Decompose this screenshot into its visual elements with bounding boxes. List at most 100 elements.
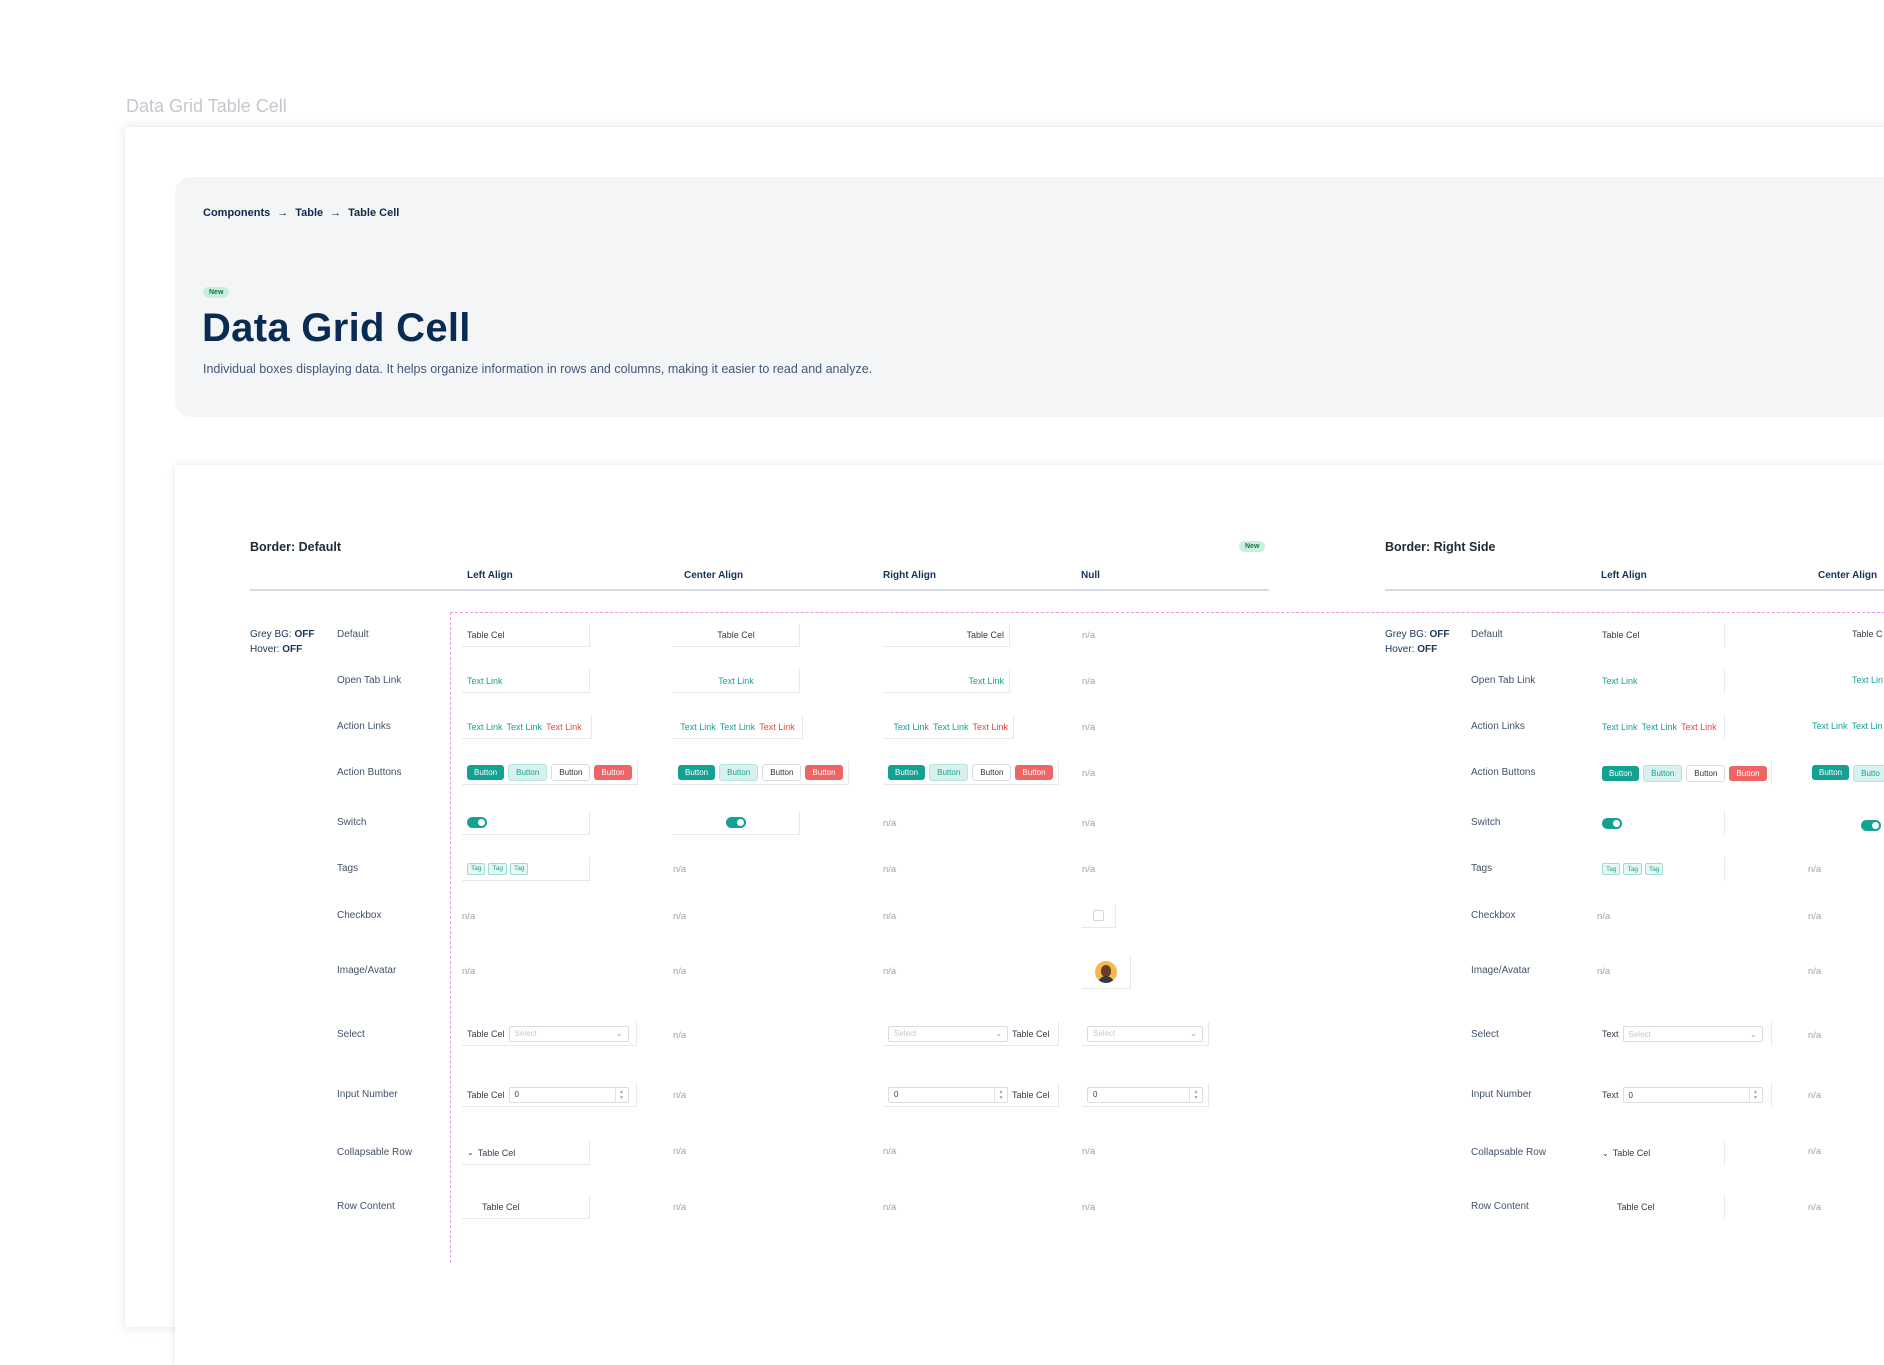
spinner-arrows-icon[interactable]: ▲ ▼ bbox=[614, 1087, 628, 1102]
tertiary-button[interactable]: Button bbox=[551, 764, 591, 781]
row-label-image-avatar: Image/Avatar bbox=[1471, 965, 1531, 976]
text-link[interactable]: Text Link bbox=[467, 722, 503, 732]
chevron-down-icon[interactable]: ⌄ bbox=[1602, 1149, 1609, 1158]
secondary-button[interactable]: Button bbox=[719, 764, 759, 781]
text-link-danger[interactable]: Text Link bbox=[972, 722, 1008, 732]
secondary-button[interactable]: Button bbox=[1643, 764, 1683, 782]
table-cell: Table Cel bbox=[1597, 1195, 1725, 1219]
text-link[interactable]: Text Lin bbox=[1852, 675, 1883, 685]
text-link-danger[interactable]: Text Link bbox=[1681, 722, 1717, 732]
text-link-danger[interactable]: Text Link bbox=[759, 722, 795, 732]
toggle-switch[interactable] bbox=[467, 817, 487, 828]
table-cell: Table Cel bbox=[462, 623, 590, 647]
table-cell-clipped: Button Butto bbox=[1812, 765, 1884, 782]
text-link[interactable]: Text Link bbox=[507, 722, 543, 732]
na-text: n/a bbox=[883, 1202, 897, 1213]
number-input[interactable]: 0 ▲ ▼ bbox=[1087, 1086, 1203, 1103]
text-link-danger[interactable]: Text Link bbox=[546, 722, 582, 732]
text-link[interactable]: Text Lin bbox=[1852, 721, 1883, 731]
tag: Tag bbox=[488, 862, 507, 875]
toggle-switch[interactable] bbox=[1861, 820, 1881, 831]
danger-button[interactable]: Button bbox=[1729, 765, 1767, 781]
tag: Tag bbox=[467, 862, 486, 875]
text-link[interactable]: Text Link bbox=[1812, 721, 1848, 731]
secondary-button[interactable]: Button bbox=[508, 764, 548, 781]
row-label-action-links: Action Links bbox=[1471, 721, 1525, 732]
primary-button[interactable]: Button bbox=[1602, 765, 1640, 781]
header-divider bbox=[1385, 589, 1884, 591]
na-text: n/a bbox=[883, 966, 897, 977]
checkbox[interactable] bbox=[1093, 910, 1104, 921]
section-title-border-default: Border: Default bbox=[250, 540, 341, 554]
table-cell: Text Link Text Link Text Link bbox=[1597, 715, 1725, 739]
tertiary-button[interactable]: Button bbox=[762, 764, 802, 781]
number-input[interactable]: 0 ▲ ▼ bbox=[1622, 1087, 1763, 1103]
na-text: n/a bbox=[1808, 911, 1822, 922]
breadcrumb-table-cell[interactable]: Table Cell bbox=[348, 207, 399, 219]
danger-button[interactable]: Button bbox=[594, 765, 632, 780]
row-label-action-buttons: Action Buttons bbox=[337, 767, 402, 778]
table-cell: Button Button Button Button bbox=[1597, 761, 1772, 785]
chevron-down-icon[interactable]: ⌄ bbox=[467, 1148, 474, 1157]
spinner-arrows-icon[interactable]: ▲ ▼ bbox=[994, 1087, 1007, 1102]
text-link[interactable]: Text Link bbox=[933, 722, 969, 732]
na-text: n/a bbox=[1082, 630, 1096, 641]
tag: Tag bbox=[1623, 863, 1642, 875]
table-cell bbox=[1082, 955, 1131, 989]
tag: Tag bbox=[1602, 863, 1621, 875]
table-cell: Text Select ⌄ bbox=[1597, 1022, 1772, 1046]
primary-button[interactable]: Button bbox=[1812, 765, 1850, 780]
text-link[interactable]: Text Link bbox=[467, 676, 503, 686]
tertiary-button[interactable]: Button bbox=[972, 764, 1012, 781]
table-cell: Table Cel 0 ▲ ▼ bbox=[462, 1083, 637, 1107]
text-link[interactable]: Text Link bbox=[680, 722, 716, 732]
secondary-button[interactable]: Butto bbox=[1853, 765, 1884, 782]
text-link[interactable]: Text Link bbox=[718, 676, 754, 686]
row-label-switch: Switch bbox=[337, 817, 367, 828]
na-text: n/a bbox=[673, 864, 687, 875]
row-label-row-content: Row Content bbox=[337, 1201, 395, 1212]
na-text: n/a bbox=[1082, 818, 1096, 829]
row-label-switch: Switch bbox=[1471, 817, 1501, 828]
toggle-switch[interactable] bbox=[726, 817, 746, 828]
number-input[interactable]: 0 ▲ ▼ bbox=[888, 1086, 1008, 1103]
text-link[interactable]: Text Link bbox=[1642, 722, 1678, 732]
tag: Tag bbox=[1644, 863, 1664, 875]
table-cell-clipped: Text Link Text Lin bbox=[1812, 721, 1883, 731]
danger-button[interactable]: Button bbox=[805, 765, 843, 780]
select-dropdown[interactable]: Select ⌄ bbox=[508, 1025, 629, 1042]
row-label-row-content: Row Content bbox=[1471, 1201, 1529, 1212]
row-label-collapsable-row: Collapsable Row bbox=[1471, 1147, 1547, 1158]
table-cell: Text Link Text Link Text Link bbox=[673, 715, 803, 739]
tag: Tag bbox=[509, 862, 529, 875]
secondary-button[interactable]: Button bbox=[929, 764, 969, 781]
col-header-left-align: Left Align bbox=[467, 570, 513, 581]
text-link[interactable]: Text Link bbox=[968, 676, 1004, 686]
col-header-center-align: Center Align bbox=[1818, 570, 1878, 581]
breadcrumb-components[interactable]: Components bbox=[203, 207, 270, 219]
select-dropdown[interactable]: Select ⌄ bbox=[888, 1025, 1008, 1042]
text-link[interactable]: Text Link bbox=[1602, 676, 1638, 686]
primary-button[interactable]: Button bbox=[467, 765, 505, 780]
breadcrumb-table[interactable]: Table bbox=[295, 207, 323, 219]
text-link[interactable]: Text Link bbox=[1602, 722, 1638, 732]
text-link[interactable]: Text Link bbox=[720, 722, 756, 732]
col-header-null: Null bbox=[1081, 570, 1100, 581]
primary-button[interactable]: Button bbox=[888, 765, 926, 780]
spinner-arrows-icon[interactable]: ▲ ▼ bbox=[1189, 1087, 1202, 1102]
danger-button[interactable]: Button bbox=[1015, 765, 1053, 780]
table-cell: Text Link Text Link Text Link bbox=[883, 715, 1014, 739]
primary-button[interactable]: Button bbox=[678, 765, 716, 780]
select-dropdown[interactable]: Select ⌄ bbox=[1087, 1025, 1203, 1042]
number-input[interactable]: 0 ▲ ▼ bbox=[508, 1086, 629, 1103]
toggle-switch[interactable] bbox=[1602, 817, 1622, 829]
spinner-arrows-icon[interactable]: ▲ ▼ bbox=[1748, 1088, 1762, 1102]
tertiary-button[interactable]: Button bbox=[1686, 764, 1726, 782]
table-cell bbox=[673, 811, 800, 835]
text-link[interactable]: Text Link bbox=[893, 722, 929, 732]
row-label-select: Select bbox=[1471, 1029, 1499, 1040]
table-cell-clipped: Table C bbox=[1852, 629, 1883, 639]
selection-outline bbox=[450, 612, 1884, 1263]
select-dropdown[interactable]: Select ⌄ bbox=[1622, 1026, 1763, 1042]
na-text: n/a bbox=[1808, 1090, 1822, 1101]
